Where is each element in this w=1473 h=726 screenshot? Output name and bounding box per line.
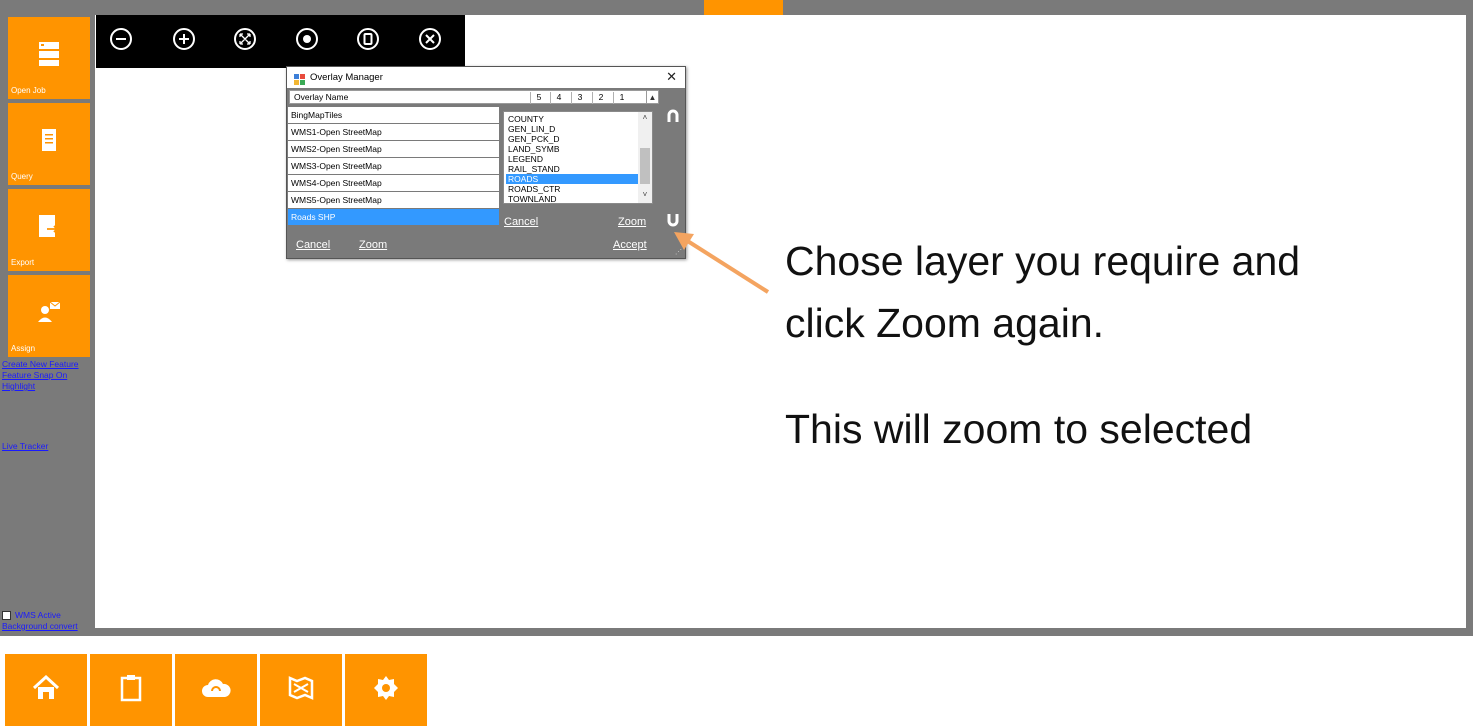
layer-list-scrollbar[interactable]: ˄ ˅: [638, 112, 652, 203]
right-frame: [1466, 0, 1473, 636]
export-label: Export: [11, 258, 35, 267]
live-tracker-link[interactable]: Live Tracker: [2, 441, 48, 451]
zoom-out-icon[interactable]: [109, 27, 133, 51]
layer-item[interactable]: GEN_PCK_D: [506, 134, 639, 144]
column-header-5[interactable]: 5: [530, 92, 547, 104]
layer-item[interactable]: LAND_SYMB: [506, 144, 639, 154]
overlay-row[interactable]: WMS3-Open StreetMap: [288, 158, 499, 175]
checkbox-box[interactable]: [2, 610, 11, 620]
open-job-label: Open Job: [11, 86, 46, 95]
layer-item[interactable]: TOWNLAND: [506, 194, 639, 204]
map-toolbar: [96, 15, 465, 68]
server-icon: [8, 39, 90, 69]
layer-item-selected[interactable]: ROADS: [506, 174, 639, 184]
overlay-row[interactable]: BingMapTiles: [288, 107, 499, 124]
overlay-row-label: WMS1-Open StreetMap: [291, 127, 382, 137]
callout-arrow: [674, 232, 770, 294]
assign-button[interactable]: Assign: [8, 275, 90, 357]
overlay-row[interactable]: WMS2-Open StreetMap: [288, 141, 499, 158]
zoom-link[interactable]: Zoom: [359, 239, 387, 251]
accept-link[interactable]: Accept: [613, 239, 647, 251]
overlay-row[interactable]: WMS5-Open StreetMap: [288, 192, 499, 209]
home-icon: [5, 674, 87, 702]
layer-item[interactable]: COUNTY: [506, 114, 639, 124]
settings-button[interactable]: [345, 654, 427, 726]
left-sidebar: Open Job Query Export Assign Create New …: [0, 15, 95, 631]
export-icon: [8, 211, 90, 241]
settings-gear-icon: [345, 674, 427, 702]
scroll-down-icon[interactable]: ˅: [638, 190, 652, 202]
callout-line-1: Chose layer you require and: [785, 238, 1301, 284]
overlay-row-selected[interactable]: Roads SHP: [288, 209, 499, 226]
feature-snap-on-link[interactable]: Feature Snap On: [2, 370, 67, 380]
close-circle-icon[interactable]: [418, 27, 442, 51]
layer-zoom-link[interactable]: Zoom: [618, 216, 646, 228]
map-button[interactable]: [260, 654, 342, 726]
home-button[interactable]: [5, 654, 87, 726]
cancel-link[interactable]: Cancel: [296, 239, 330, 251]
wms-active-checkbox[interactable]: WMS Active: [2, 610, 61, 620]
bottom-frame: [0, 628, 1473, 636]
close-icon[interactable]: ✕: [666, 69, 677, 85]
clipboard-icon: [90, 674, 172, 702]
map-icon: [260, 674, 342, 702]
zoom-extent-icon[interactable]: [233, 27, 257, 51]
move-up-icon[interactable]: [667, 109, 679, 123]
assign-label: Assign: [11, 344, 36, 353]
layer-item[interactable]: GEN_LIN_D: [506, 124, 639, 134]
app-window-icon: [294, 72, 305, 85]
column-header-2[interactable]: 2: [592, 92, 609, 104]
layer-item[interactable]: RAIL_STAND: [506, 164, 639, 174]
background-convert-link[interactable]: Background convert: [2, 621, 78, 631]
open-job-button[interactable]: Open Job: [8, 17, 90, 99]
top-accent-tab[interactable]: [704, 0, 783, 15]
column-header-4[interactable]: 4: [550, 92, 567, 104]
zoom-in-icon[interactable]: [172, 27, 196, 51]
clipboard-button[interactable]: [90, 654, 172, 726]
overlay-row[interactable]: WMS1-Open StreetMap: [288, 124, 499, 141]
layer-item[interactable]: ROADS_CTR: [506, 184, 639, 194]
layer-listbox[interactable]: COUNTY GEN_LIN_D GEN_PCK_D LAND_SYMB LEG…: [503, 111, 653, 204]
overlay-grid-header: Overlay Name 5 4 3 2 1: [289, 90, 659, 104]
scroll-up-icon[interactable]: ˄: [638, 113, 652, 125]
callout-line-2: click Zoom again.: [785, 300, 1105, 346]
overlay-row-label: WMS2-Open StreetMap: [291, 144, 382, 154]
dialog-title: Overlay Manager: [310, 72, 383, 83]
dialog-title-bar[interactable]: Overlay Manager ✕: [287, 67, 685, 88]
overlay-row-label: WMS5-Open StreetMap: [291, 195, 382, 205]
grid-scroll-up-icon[interactable]: ▲: [646, 90, 659, 104]
callout-line-3: This will zoom to selected: [785, 406, 1253, 452]
scroll-thumb[interactable]: [640, 148, 650, 184]
app-window: Open Job Query Export Assign Create New …: [0, 0, 1473, 726]
wms-active-label: WMS Active: [15, 610, 61, 620]
pause-icon[interactable]: [356, 27, 380, 51]
assign-user-icon: [8, 297, 90, 327]
overlay-manager-dialog: Overlay Manager ✕ Overlay Name 5 4 3 2 1…: [286, 66, 686, 259]
column-header-1[interactable]: 1: [613, 92, 630, 104]
query-label: Query: [11, 172, 33, 181]
overlay-row-label: WMS4-Open StreetMap: [291, 178, 382, 188]
cloud-sync-icon: [175, 674, 257, 702]
highlight-link[interactable]: Highlight: [2, 381, 35, 391]
overlay-row-label: BingMapTiles: [291, 110, 343, 120]
layer-cancel-link[interactable]: Cancel: [504, 216, 538, 228]
layer-item[interactable]: LEGEND: [506, 154, 639, 164]
query-button[interactable]: Query: [8, 103, 90, 185]
overlay-name-column-header[interactable]: Overlay Name: [294, 92, 348, 102]
column-header-3[interactable]: 3: [571, 92, 588, 104]
create-new-feature-link[interactable]: Create New Feature: [2, 359, 79, 369]
overlay-row[interactable]: WMS4-Open StreetMap: [288, 175, 499, 192]
overlay-row-label: WMS3-Open StreetMap: [291, 161, 382, 171]
export-button[interactable]: Export: [8, 189, 90, 271]
document-icon: [8, 125, 90, 155]
center-icon[interactable]: [295, 27, 319, 51]
overlay-row-label: Roads SHP: [291, 212, 336, 222]
cloud-sync-button[interactable]: [175, 654, 257, 726]
